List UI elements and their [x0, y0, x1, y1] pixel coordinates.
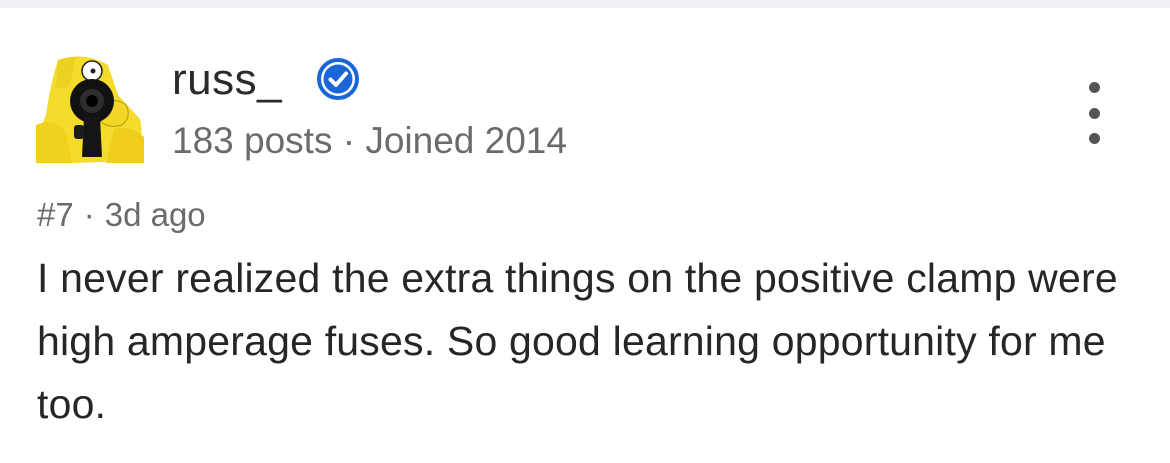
post-meta-separator: ·: [83, 196, 95, 233]
user-meta: 183 posts · Joined 2014: [172, 118, 567, 164]
post-number[interactable]: #7: [37, 196, 74, 233]
menu-dot: [1088, 133, 1100, 144]
avatar-image: [36, 55, 144, 163]
post-meta: #7 · 3d ago: [37, 195, 206, 235]
join-date: Joined 2014: [365, 120, 567, 161]
more-vertical-icon[interactable]: [1074, 82, 1114, 144]
forum-post: russ_ 183 posts · Joined 2014 #7 · 3d ago …: [0, 0, 1170, 463]
post-count: 183 posts: [172, 120, 333, 161]
menu-dot: [1088, 107, 1100, 119]
verified-check-icon: [317, 58, 359, 100]
username[interactable]: russ_: [172, 52, 282, 108]
meta-separator: ·: [342, 120, 356, 161]
avatar[interactable]: [36, 55, 144, 163]
menu-dot: [1088, 82, 1100, 93]
top-divider: [0, 0, 1170, 8]
post-age[interactable]: 3d ago: [105, 196, 206, 233]
post-body: I never realized the extra things on the…: [37, 255, 1118, 427]
